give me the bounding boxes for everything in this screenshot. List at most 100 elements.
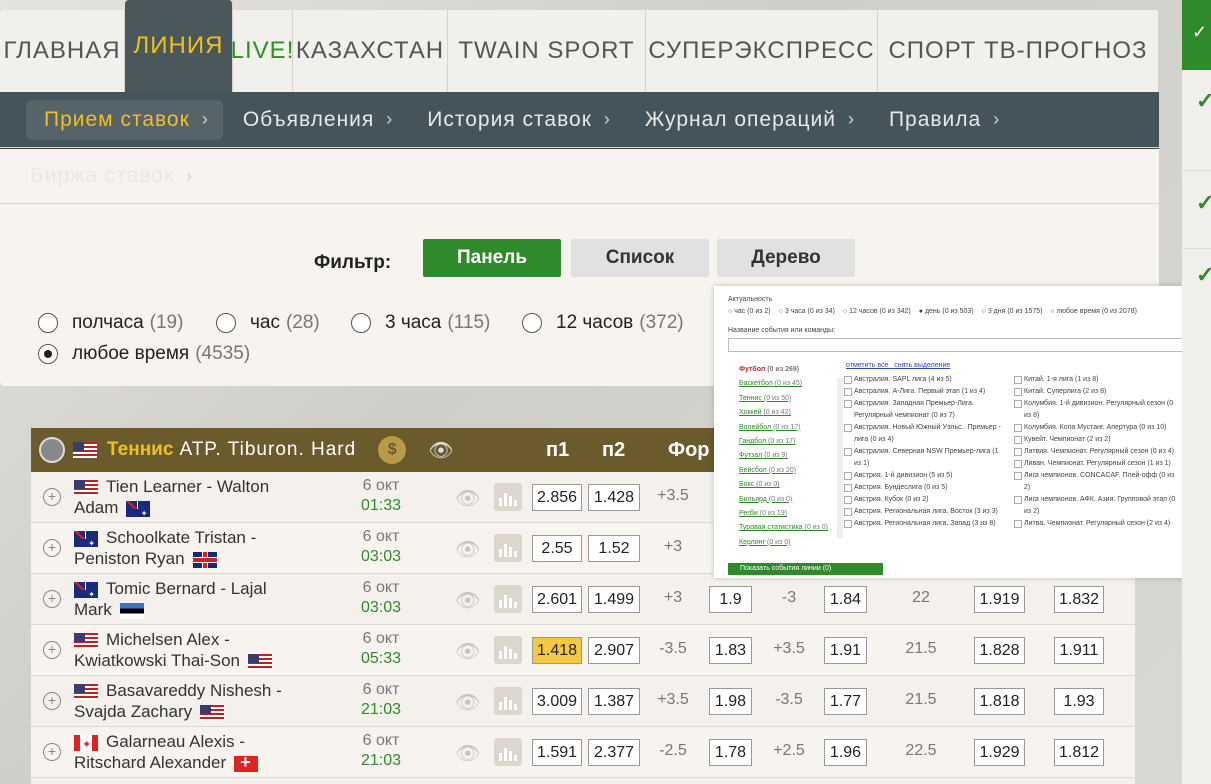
- expand-icon[interactable]: +: [43, 743, 61, 761]
- left-scrollbar[interactable]: [837, 378, 843, 538]
- nav-tab-4[interactable]: TWAIN SPORT: [448, 10, 646, 92]
- eye-icon[interactable]: 👁: [455, 588, 480, 613]
- event-names[interactable]: Tien Learner - Walton Adam: [74, 476, 334, 518]
- subnav-item-row1-2[interactable]: История ставок ›: [409, 100, 625, 140]
- event-search-input[interactable]: [728, 338, 1190, 352]
- radio-circle[interactable]: [216, 313, 236, 333]
- over-odds-button[interactable]: 1.828: [974, 637, 1025, 664]
- handicap-odds2-button[interactable]: 1.91: [824, 637, 867, 664]
- dollar-coin-icon[interactable]: $: [378, 436, 407, 464]
- eye-icon[interactable]: 👁: [455, 690, 480, 715]
- radio-circle[interactable]: [522, 313, 542, 333]
- subnav-item-row1-4[interactable]: Правила ›: [871, 100, 1014, 140]
- under-odds-button[interactable]: 1.832: [1054, 586, 1104, 613]
- nav-tab-5[interactable]: СУПЕРЭКСПРЕСС: [646, 10, 878, 92]
- expand-icon[interactable]: +: [43, 539, 61, 557]
- time-radio-3[interactable]: 12 часов (372): [522, 312, 684, 334]
- handicap-odds1-button[interactable]: 1.9: [709, 586, 752, 613]
- eye-icon[interactable]: 👁: [455, 486, 480, 511]
- handicap-odds2-button[interactable]: 1.96: [824, 739, 867, 766]
- expand-icon[interactable]: +: [43, 488, 61, 506]
- eye-icon[interactable]: 👁: [455, 639, 480, 664]
- eye-icon[interactable]: 👁: [455, 537, 480, 562]
- radio-circle[interactable]: [38, 313, 58, 333]
- over-odds-button[interactable]: 1.818: [974, 688, 1025, 715]
- eye-icon[interactable]: 👁: [428, 438, 453, 463]
- league-checkbox[interactable]: Кувейт. Чемпионат (2 из 2): [1012, 434, 1177, 446]
- actuality-option-1[interactable]: 3 часа (0 из 34): [779, 308, 835, 315]
- handicap-odds1-button[interactable]: 1.78: [709, 739, 752, 766]
- sport-link[interactable]: Гандбол (0 из 17): [739, 435, 828, 449]
- check-icon[interactable]: ✓: [1196, 190, 1211, 216]
- handicap-odds1-button[interactable]: 1.98: [709, 688, 752, 715]
- league-checkbox[interactable]: Австрия. Кубок (0 из 2): [842, 494, 1007, 506]
- sport-link[interactable]: Волейбол (0 из 17): [739, 421, 828, 435]
- globe-icon[interactable]: [39, 437, 65, 463]
- handicap-odds1-button[interactable]: 1.83: [709, 637, 752, 664]
- league-checkbox[interactable]: Австралия. Западная Премьер-Лига. Регуля…: [842, 398, 1007, 422]
- event-names[interactable]: Schoolkate Tristan - Peniston Ryan: [74, 527, 334, 569]
- league-checkbox[interactable]: Австралия. Северная NSW Премьер-лига (1 …: [842, 446, 1007, 470]
- stats-icon[interactable]: [494, 687, 522, 715]
- time-radio-2[interactable]: 3 часа (115): [351, 312, 490, 334]
- stats-icon[interactable]: [494, 534, 522, 562]
- odds-p2-button[interactable]: 2.377: [588, 739, 640, 766]
- stats-icon[interactable]: [494, 483, 522, 511]
- actuality-option-2[interactable]: 12 часов (0 из 342): [843, 308, 911, 315]
- mark-all-link[interactable]: отметить все: [846, 362, 888, 369]
- under-odds-button[interactable]: 1.93: [1054, 688, 1104, 715]
- odds-p1-button[interactable]: 1.418: [532, 637, 582, 664]
- nav-tab-2[interactable]: LIVE!: [231, 10, 293, 92]
- sport-link[interactable]: Теннис (0 из 50): [739, 392, 828, 406]
- stats-icon[interactable]: [494, 636, 522, 664]
- stats-icon[interactable]: [494, 585, 522, 613]
- subnav-item-row2-0[interactable]: Биржа ставок ›: [12, 156, 207, 196]
- league-checkbox[interactable]: Колумбия. 1-й дивизион. Регулярный сезон…: [1012, 398, 1177, 422]
- nav-tab-1[interactable]: ЛИНИЯ: [125, 0, 233, 92]
- actuality-option-4[interactable]: 3 дня (0 из 1575): [982, 308, 1043, 315]
- subnav-item-row1-3[interactable]: Журнал операций ›: [627, 100, 869, 140]
- sport-link[interactable]: Туровая статистика (0 из 0): [739, 521, 828, 535]
- league-checkbox[interactable]: Лига чемпионов. CONCACAF. Плей-офф (0 из…: [1012, 470, 1177, 494]
- sport-link[interactable]: Бильярд (0 из 0): [739, 493, 828, 507]
- league-checkbox[interactable]: Лига чемпионов. АФК. Азия. Групповой эта…: [1012, 494, 1177, 518]
- expand-icon[interactable]: +: [43, 641, 61, 659]
- eye-icon[interactable]: 👁: [455, 741, 480, 766]
- odds-p2-button[interactable]: 2.907: [588, 637, 640, 664]
- clear-selection-link[interactable]: снять выделение: [894, 362, 950, 369]
- nav-tab-0[interactable]: ГЛАВНАЯ: [0, 10, 125, 92]
- radio-circle[interactable]: [38, 344, 58, 364]
- sport-link[interactable]: Бокс (0 из 0): [739, 478, 828, 492]
- nav-tab-6[interactable]: СПОРТ ТВ-ПРОГНОЗ: [878, 10, 1159, 92]
- odds-p2-button[interactable]: 1.52: [588, 535, 640, 562]
- league-checkbox[interactable]: Австрия. Региональная лига. Запад (3 из …: [842, 518, 1007, 530]
- time-radio-1[interactable]: час (28): [216, 312, 320, 334]
- under-odds-button[interactable]: 1.911: [1054, 637, 1104, 664]
- sport-link[interactable]: Футбол (0 из 269): [739, 363, 828, 377]
- odds-p1-button[interactable]: 2.55: [532, 535, 582, 562]
- odds-p1-button[interactable]: 2.856: [532, 484, 582, 511]
- check-icon[interactable]: ✓: [1196, 88, 1211, 114]
- sport-link[interactable]: Керлинг (0 из 0): [739, 536, 828, 550]
- event-names[interactable]: Tomic Bernard - Lajal Mark: [74, 578, 334, 620]
- league-checkbox[interactable]: Колумбия. Копа Мустанг. Апертура (0 из 1…: [1012, 422, 1177, 434]
- odds-p1-button[interactable]: 1.591: [532, 739, 582, 766]
- actuality-option-5[interactable]: любое время (0 из 2078): [1050, 308, 1137, 315]
- league-checkbox[interactable]: Китай. 1-я лига (1 из 8): [1012, 374, 1177, 386]
- list-view-button[interactable]: Список: [571, 239, 709, 277]
- actuality-option-0[interactable]: час (0 из 2): [728, 308, 770, 315]
- sport-link[interactable]: Баскетбол (0 из 45): [739, 377, 828, 391]
- league-checkbox[interactable]: Австралия. SAPL лига (4 из 5): [842, 374, 1007, 386]
- event-names[interactable]: Basavareddy Nishesh - Svajda Zachary: [74, 680, 334, 722]
- actuality-option-3[interactable]: день (0 из 503): [919, 308, 974, 315]
- event-names[interactable]: Galarneau Alexis - Ritschard Alexander: [74, 731, 334, 773]
- league-checkbox[interactable]: Литва. Чемпионат. Регулярный сезон (2 из…: [1012, 518, 1177, 530]
- expand-icon[interactable]: +: [43, 590, 61, 608]
- sport-link[interactable]: Регби (0 из 19): [739, 507, 828, 521]
- nav-tab-3[interactable]: КАЗАХСТАН: [293, 10, 448, 92]
- odds-p2-button[interactable]: 1.428: [588, 484, 640, 511]
- league-checkbox[interactable]: Австралия. Новый Южный Уэльс.. Премьер -…: [842, 422, 1007, 446]
- handicap-odds2-button[interactable]: 1.84: [824, 586, 867, 613]
- league-checkbox[interactable]: Австрия. Бундеслига (0 из 5): [842, 482, 1007, 494]
- league-checkbox[interactable]: Австралия. А-Лига. Первый этап (1 из 4): [842, 386, 1007, 398]
